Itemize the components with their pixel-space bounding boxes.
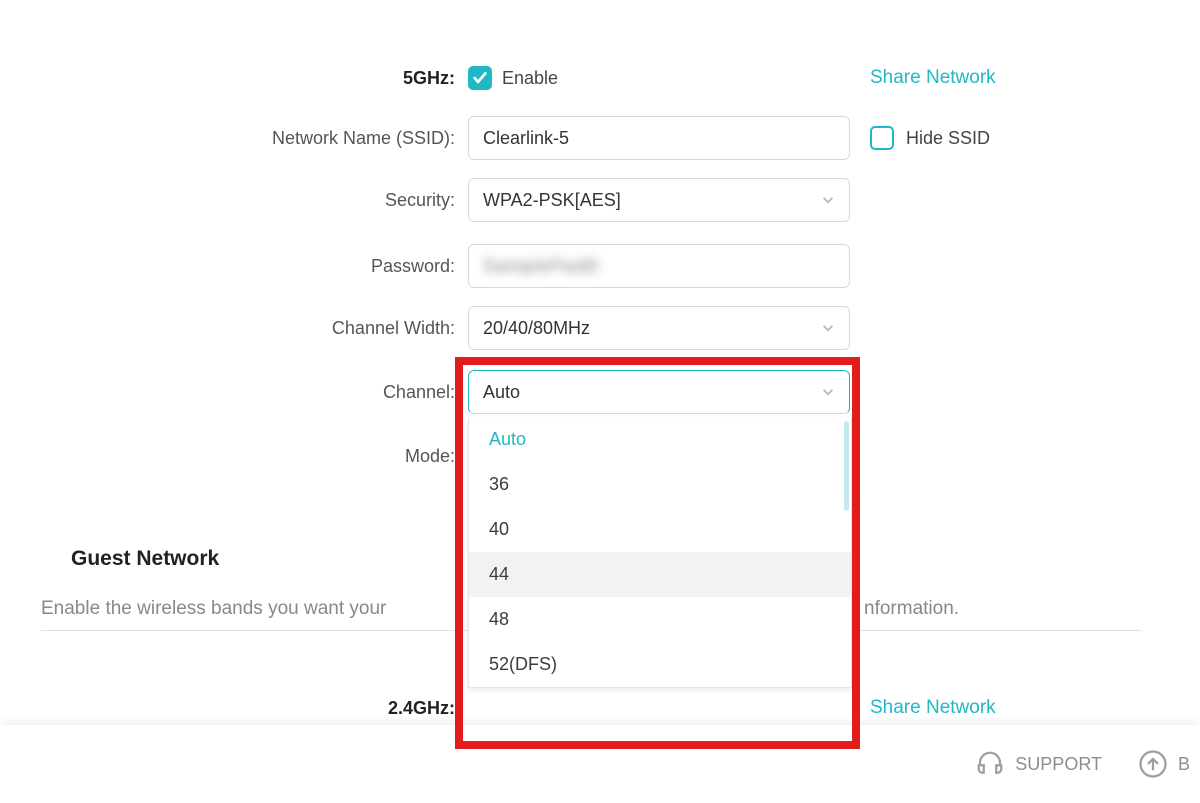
channel-option[interactable]: 52(DFS): [469, 642, 851, 687]
channel-option[interactable]: 48: [469, 597, 851, 642]
arrow-up-circle-icon: [1138, 749, 1168, 779]
support-button[interactable]: SUPPORT: [975, 749, 1102, 779]
security-value: WPA2-PSK[AES]: [483, 190, 621, 211]
password-input[interactable]: SamplePwd0: [468, 244, 850, 288]
chevron-down-icon: [819, 319, 837, 337]
channel-value: Auto: [483, 382, 520, 403]
chevron-down-icon: [819, 191, 837, 209]
security-label: Security:: [0, 190, 455, 211]
headset-icon: [975, 749, 1005, 779]
channel-width-select[interactable]: 20/40/80MHz: [468, 306, 850, 350]
footer-bar: SUPPORT B: [0, 725, 1200, 803]
share-network-24ghz-link[interactable]: Share Network: [870, 697, 996, 719]
enable-5ghz-checkbox[interactable]: [468, 66, 492, 90]
channel-option[interactable]: 44: [469, 552, 851, 597]
chevron-down-icon: [819, 383, 837, 401]
channel-option[interactable]: 36: [469, 462, 851, 507]
channel-label: Channel:: [0, 382, 455, 403]
band-24ghz-label: 2.4GHz:: [0, 698, 455, 719]
enable-5ghz-label: Enable: [502, 68, 558, 89]
back-button[interactable]: B: [1138, 749, 1190, 779]
channel-width-value: 20/40/80MHz: [483, 318, 590, 339]
channel-option[interactable]: Auto: [469, 417, 851, 462]
guest-network-heading: Guest Network: [71, 547, 219, 571]
mode-label: Mode:: [0, 446, 455, 467]
dropdown-scrollbar[interactable]: [844, 421, 849, 511]
channel-dropdown[interactable]: Auto3640444852(DFS): [468, 417, 852, 688]
ssid-label: Network Name (SSID):: [0, 128, 455, 149]
password-masked: SamplePwd0: [483, 256, 599, 277]
support-label: SUPPORT: [1015, 754, 1102, 775]
channel-select[interactable]: Auto: [468, 370, 850, 414]
band-5ghz-label: 5GHz:: [0, 68, 455, 89]
hide-ssid-label: Hide SSID: [906, 128, 990, 149]
guest-network-desc-before: Enable the wireless bands you want your: [41, 598, 386, 619]
back-label-fragment: B: [1178, 754, 1190, 775]
guest-network-desc-after: nformation.: [864, 598, 959, 620]
share-network-5ghz-link[interactable]: Share Network: [870, 67, 996, 89]
password-label: Password:: [0, 256, 455, 277]
channel-width-label: Channel Width:: [0, 318, 455, 339]
ssid-input[interactable]: [468, 116, 850, 160]
hide-ssid-checkbox[interactable]: [870, 126, 894, 150]
security-select[interactable]: WPA2-PSK[AES]: [468, 178, 850, 222]
channel-option[interactable]: 40: [469, 507, 851, 552]
